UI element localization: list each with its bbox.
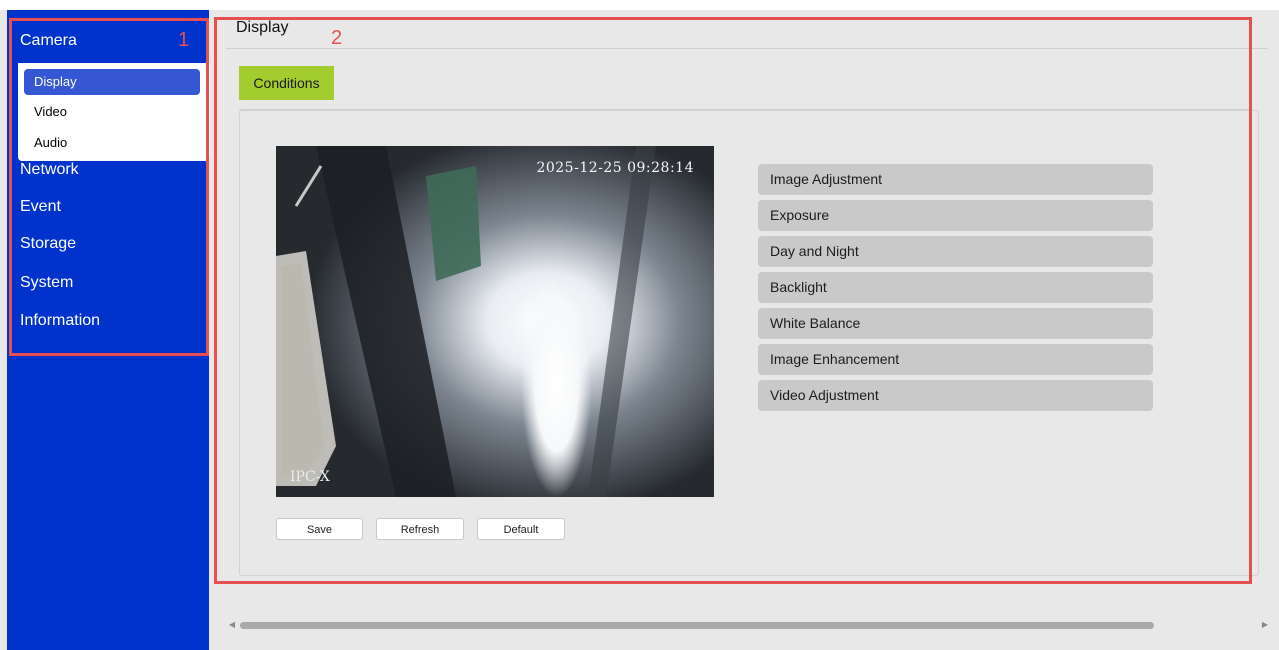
settings-day-and-night[interactable]: Day and Night — [758, 236, 1153, 267]
nav-event[interactable]: Event — [20, 197, 61, 217]
nav-storage[interactable]: Storage — [20, 234, 76, 254]
subnav-audio[interactable]: Audio — [24, 130, 200, 156]
settings-exposure[interactable]: Exposure — [758, 200, 1153, 231]
settings-image-enhancement[interactable]: Image Enhancement — [758, 344, 1153, 375]
nav-camera[interactable]: Camera — [20, 31, 77, 51]
video-timestamp: 2025-12-25 09:28:14 — [536, 160, 694, 176]
horizontal-scrollbar[interactable]: ◀ ▶ — [226, 618, 1271, 632]
video-preview[interactable]: 2025-12-25 09:28:14 IPC-X — [276, 146, 714, 497]
nav-information[interactable]: Information — [20, 311, 100, 331]
settings-white-balance[interactable]: White Balance — [758, 308, 1153, 339]
sidebar: Camera Display Video Audio Network Event… — [7, 10, 210, 650]
annotation-number-1: 1 — [178, 29, 190, 51]
nav-system[interactable]: System — [20, 273, 73, 293]
subnav-video[interactable]: Video — [24, 99, 200, 125]
camera-submenu: Display Video Audio — [18, 63, 210, 161]
scroll-left-arrow-icon[interactable]: ◀ — [226, 618, 238, 632]
annotation-number-2: 2 — [331, 27, 343, 49]
tab-conditions[interactable]: Conditions — [239, 66, 334, 100]
scroll-right-arrow-icon[interactable]: ▶ — [1259, 618, 1271, 632]
nav-network[interactable]: Network — [20, 160, 79, 180]
page-title: Display — [236, 19, 289, 36]
default-button[interactable]: Default — [477, 518, 565, 540]
subnav-display[interactable]: Display — [24, 69, 200, 95]
settings-image-adjustment[interactable]: Image Adjustment — [758, 164, 1153, 195]
settings-video-adjustment[interactable]: Video Adjustment — [758, 380, 1153, 411]
video-camera-label: IPC-X — [290, 469, 330, 485]
scrollbar-thumb[interactable] — [240, 622, 1154, 629]
title-divider — [226, 48, 1268, 49]
save-button[interactable]: Save — [276, 518, 363, 540]
settings-backlight[interactable]: Backlight — [758, 272, 1153, 303]
refresh-button[interactable]: Refresh — [376, 518, 464, 540]
video-frame-image — [276, 146, 714, 497]
